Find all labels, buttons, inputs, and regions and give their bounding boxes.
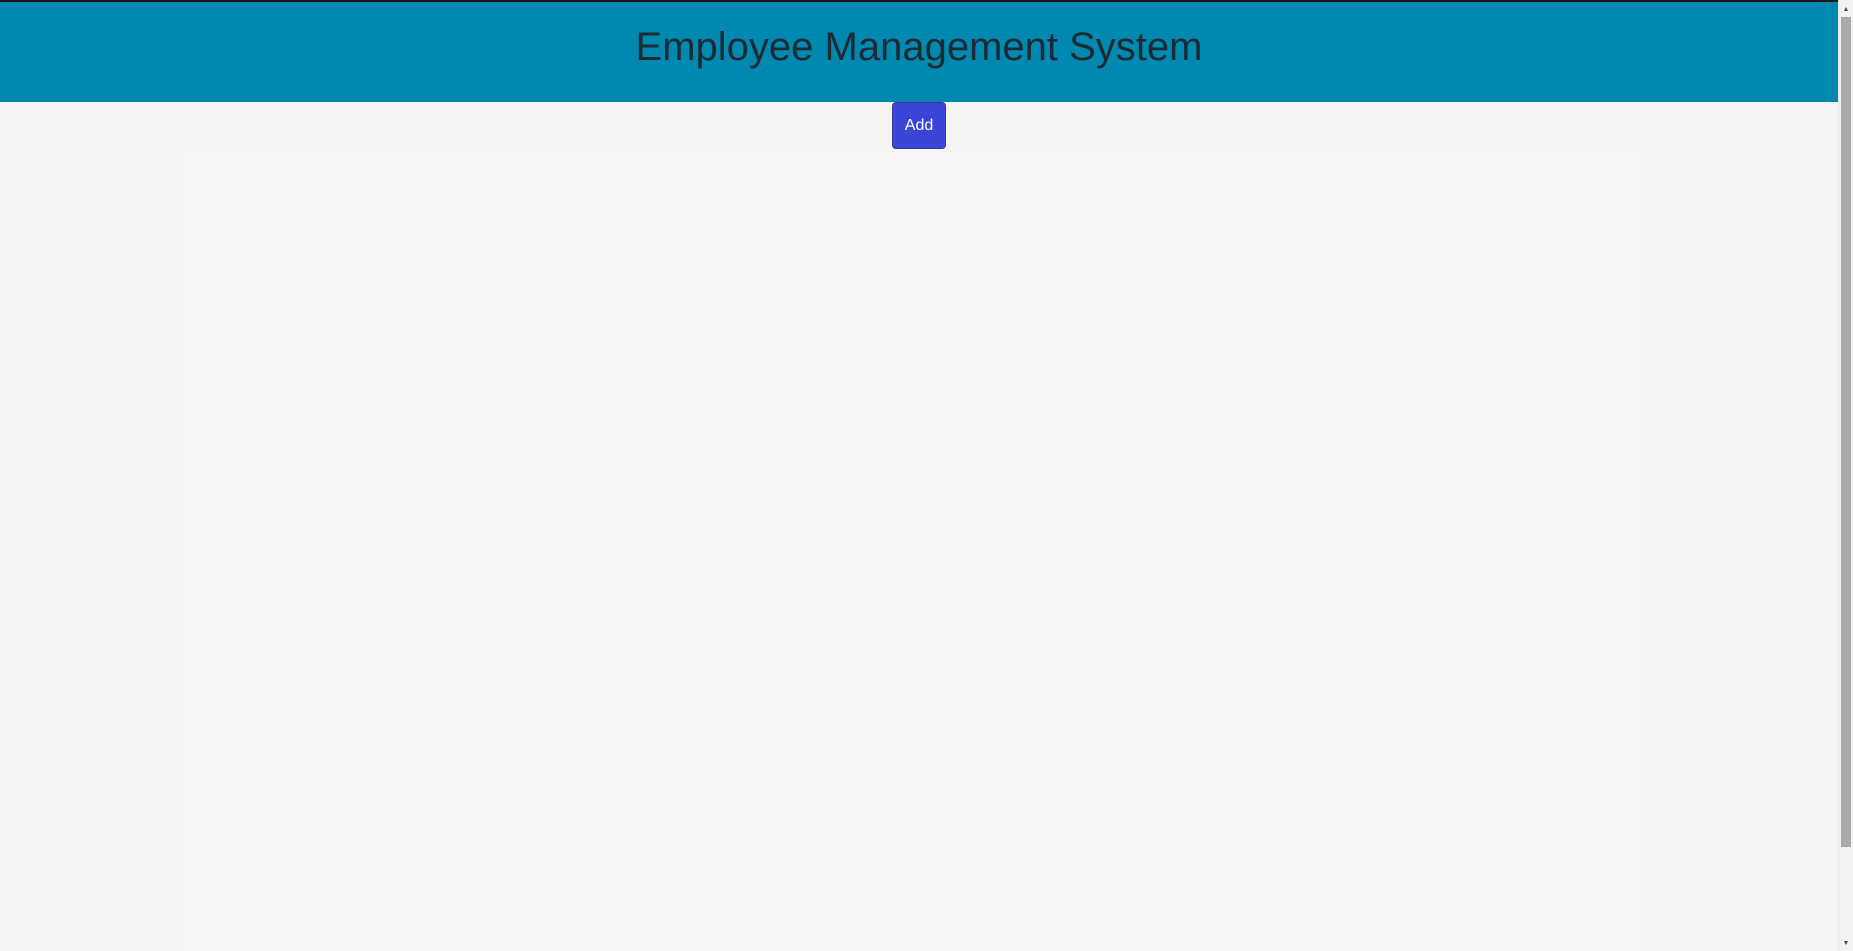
scroll-down-icon[interactable]: ▼: [1839, 937, 1853, 949]
employee-list-panel: [183, 151, 1643, 951]
add-button[interactable]: Add: [892, 102, 946, 149]
page: Employee Management System Add ▲ ▼: [0, 0, 1853, 951]
vertical-scrollbar[interactable]: ▲ ▼: [1838, 0, 1853, 951]
app-header: Employee Management System: [0, 2, 1838, 102]
scrollbar-thumb[interactable]: [1841, 17, 1851, 847]
page-title: Employee Management System: [635, 24, 1203, 69]
scroll-up-icon[interactable]: ▲: [1839, 3, 1853, 15]
